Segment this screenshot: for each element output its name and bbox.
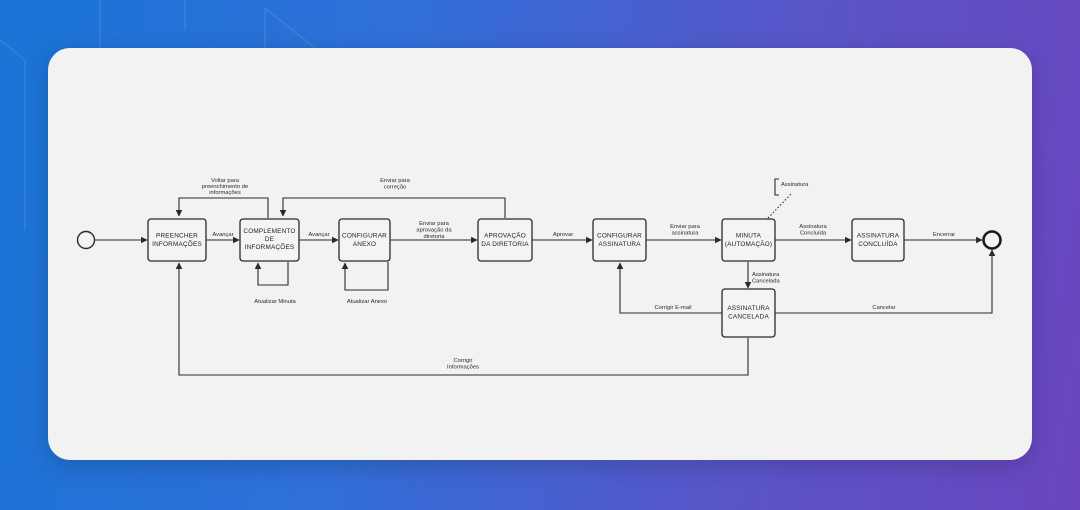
- edge-label-enviar-assinatura: Enviar para: [670, 224, 700, 230]
- edge-label-corrigir-informacoes: Corrigir: [453, 358, 472, 364]
- node-label-line: MINUTA: [736, 233, 762, 240]
- node-assinatura-concluida: ASSINATURA CONCLUÍDA: [851, 218, 905, 262]
- process-flow-diagram: PREENCHER INFORMAÇÕES COMPLEMENTO DE INF…: [76, 178, 1002, 376]
- node-label-line: CONCLUÍDA: [858, 239, 898, 248]
- edge-atualizar-anexo: [341, 262, 389, 291]
- edge-atualizar-minuta: [254, 262, 289, 286]
- node-preencher-informacoes: PREENCHER INFORMAÇÕES: [147, 218, 207, 262]
- node-label-line: ANEXO: [353, 241, 376, 248]
- edge-label-avancar-2: Avançar: [308, 232, 329, 238]
- annotation-bracket: [774, 178, 779, 196]
- edge-label-enviar-aprovacao: Enviar para: [419, 221, 449, 227]
- edge-label-avancar-1: Avançar: [212, 232, 233, 238]
- edge-label-encerrar: Encerrar: [933, 232, 955, 238]
- node-label-line: CONFIGURAR: [342, 233, 387, 240]
- edge-label-atualizar-minuta: Atualizar Minuta: [254, 299, 296, 305]
- annotation-assinatura: Assinatura: [781, 182, 809, 188]
- edge-label-assinatura-concluida: Concluída: [800, 231, 827, 237]
- start-event: [76, 230, 96, 250]
- node-complemento-informacoes: COMPLEMENTO DE INFORMAÇÕES: [239, 218, 300, 262]
- node-label-line: ASSINATURA: [598, 241, 641, 248]
- edge-label-enviar-correcao: correção: [384, 185, 407, 191]
- node-label-line: INFORMAÇÕES: [152, 239, 202, 248]
- node-assinatura-cancelada: ASSINATURA CANCELADA: [721, 288, 776, 338]
- edge-enviar-correcao: [279, 197, 506, 218]
- end-event: [982, 230, 1002, 250]
- node-aprovacao-diretoria: APROVAÇÃO DA DIRETORIA: [477, 218, 533, 262]
- node-label-line: DA DIRETORIA: [481, 241, 529, 248]
- node-minuta-automacao: MINUTA (AUTOMAÇÃO): [721, 218, 776, 262]
- edge-label-corrigir-email: Corrigir E-mail: [654, 305, 691, 311]
- node-label-line: COMPLEMENTO: [243, 228, 295, 235]
- node-label-line: APROVAÇÃO: [484, 231, 526, 240]
- edge-voltar-preenchimento: [175, 197, 269, 218]
- node-label-line: CONFIGURAR: [597, 233, 642, 240]
- edge-label-enviar-aprovacao: aprovação da: [416, 228, 452, 234]
- edge-label-cancelar: Cancelar: [872, 305, 895, 311]
- edges: [95, 178, 996, 376]
- edge-label-corrigir-informacoes: Informações: [447, 365, 479, 371]
- node-label-line: (AUTOMAÇÃO): [725, 239, 773, 248]
- annotation-connector: [767, 192, 793, 219]
- edge-label-enviar-assinatura: assinatura: [672, 231, 700, 237]
- node-label-line: PREENCHER: [156, 233, 198, 240]
- node-configurar-assinatura: CONFIGURAR ASSINATURA: [592, 218, 647, 262]
- node-label-line: CANCELADA: [728, 314, 769, 321]
- edge-label-assinatura-cancelada: Cancelada: [752, 279, 780, 285]
- edge-label-voltar-preenchimento: informações: [209, 190, 241, 196]
- edge-label-enviar-aprovacao: diretoria: [424, 234, 446, 240]
- node-configurar-anexo: CONFIGURAR ANEXO: [338, 218, 391, 262]
- node-label-line: INFORMAÇÕES: [245, 242, 295, 251]
- edge-label-assinatura-concluida: Assinatura: [799, 224, 827, 230]
- edge-label-aprovar: Aprovar: [553, 232, 573, 238]
- edge-label-enviar-correcao: Enviar para: [380, 178, 410, 184]
- edge-label-atualizar-anexo: Atualizar Anexo: [347, 299, 387, 305]
- node-label-line: DE: [265, 236, 274, 243]
- edge-label-assinatura-cancelada: Assinatura: [752, 272, 780, 278]
- node-label-line: ASSINATURA: [857, 233, 900, 240]
- node-label-line: ASSINATURA: [727, 305, 770, 312]
